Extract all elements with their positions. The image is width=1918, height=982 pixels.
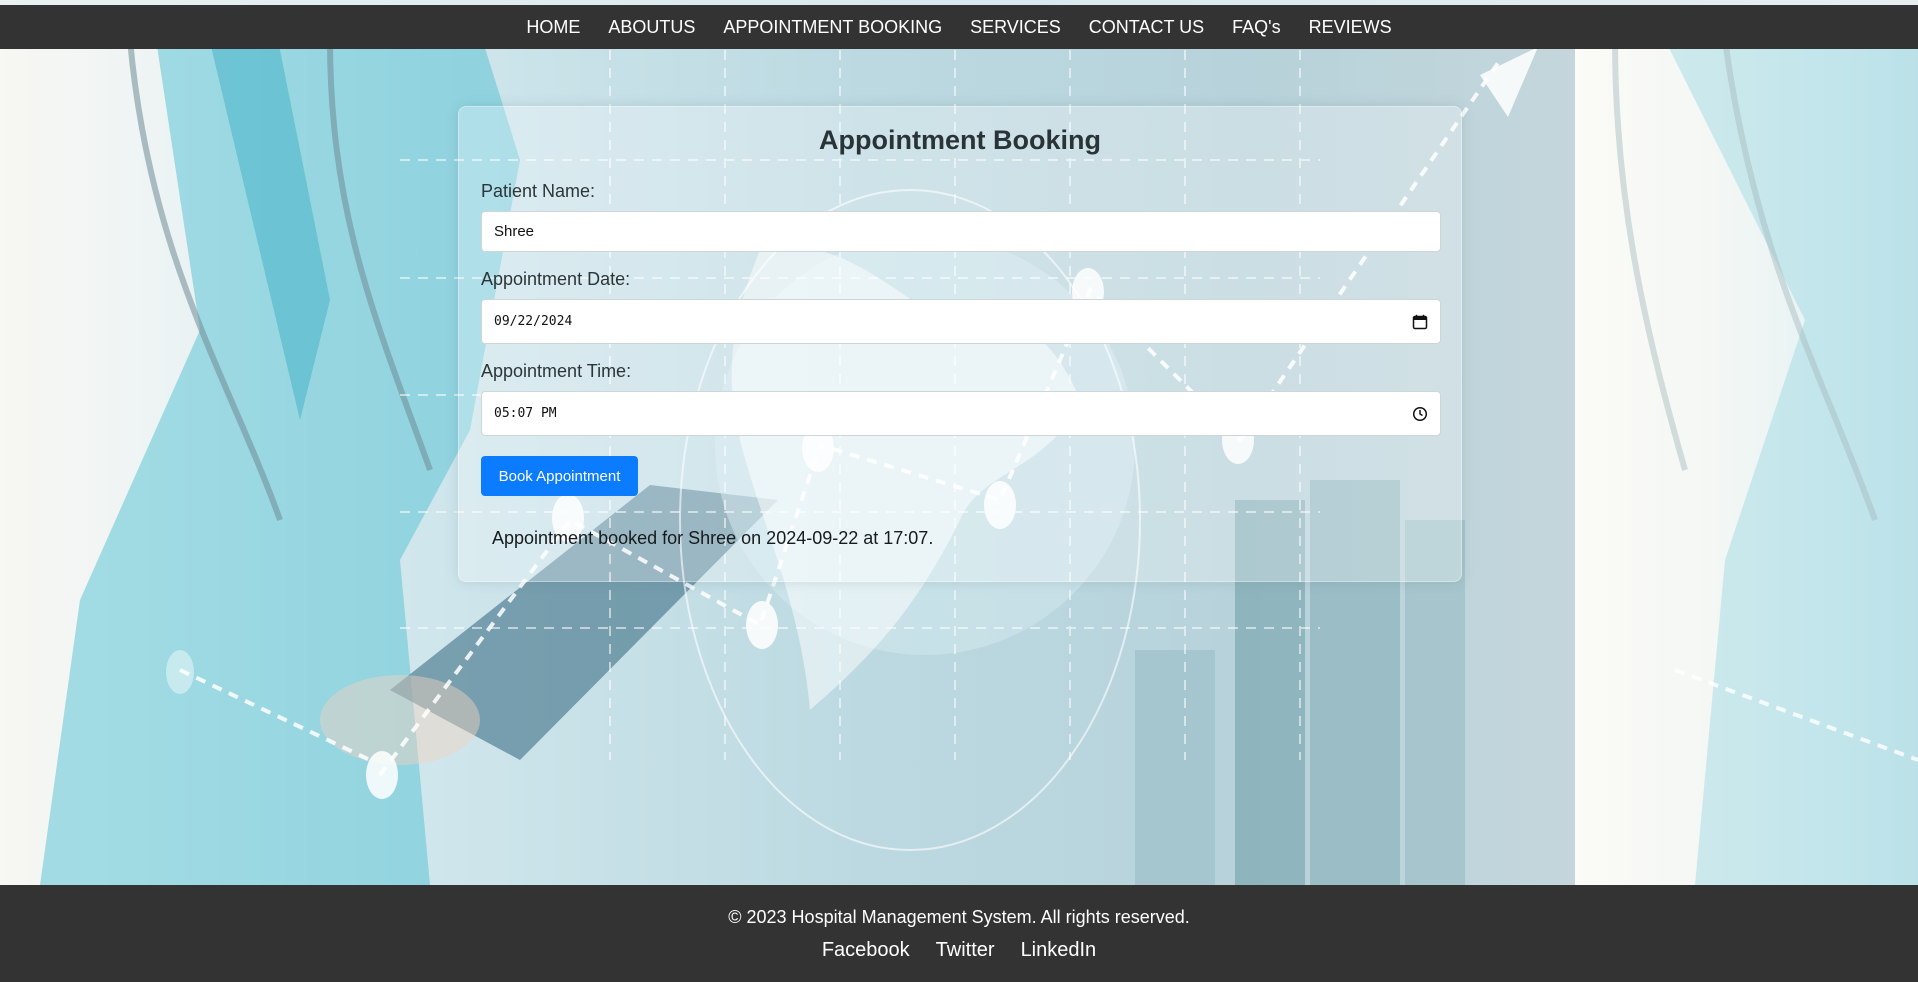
nav-item-faqs[interactable]: FAQ's	[1232, 17, 1280, 38]
nav-item-home[interactable]: HOME	[526, 17, 580, 38]
appointment-date-input[interactable]: 09/22/2024	[481, 299, 1441, 344]
linkedin-link[interactable]: LinkedIn	[1021, 939, 1097, 962]
nav-item-reviews[interactable]: REVIEWS	[1309, 17, 1392, 38]
appointment-date-value: 09/22/2024	[494, 314, 573, 329]
patient-name-label: Patient Name:	[481, 181, 596, 201]
nav-item-appointment-booking[interactable]: APPOINTMENT BOOKING	[723, 17, 942, 38]
twitter-link[interactable]: Twitter	[936, 939, 995, 962]
clock-icon[interactable]	[1412, 406, 1428, 422]
copyright-text: © 2023 Hospital Management System. All r…	[728, 907, 1190, 927]
appointment-form-card: Appointment Booking Patient Name: Shree …	[458, 106, 1462, 582]
page-footer: © 2023 Hospital Management System. All r…	[0, 885, 1918, 982]
nav-item-services[interactable]: SERVICES	[970, 17, 1061, 38]
top-navbar: HOME ABOUTUS APPOINTMENT BOOKING SERVICE…	[0, 5, 1918, 49]
form-title: Appointment Booking	[819, 125, 1101, 155]
appointment-time-input[interactable]: 05:07 PM	[481, 391, 1441, 436]
calendar-icon[interactable]	[1412, 314, 1428, 330]
appointment-time-value: 05:07 PM	[494, 406, 557, 421]
facebook-link[interactable]: Facebook	[822, 939, 910, 962]
appointment-date-label: Appointment Date:	[481, 269, 631, 289]
social-links: Facebook Twitter LinkedIn	[0, 939, 1918, 962]
background-tile-repeat	[1575, 0, 1918, 885]
patient-name-value: Shree	[494, 223, 535, 240]
booking-confirmation-message: Appointment booked for Shree on 2024-09-…	[492, 528, 934, 548]
book-appointment-button[interactable]: Book Appointment	[481, 456, 638, 496]
appointment-time-label: Appointment Time:	[481, 361, 632, 381]
patient-name-input[interactable]: Shree	[481, 211, 1441, 252]
nav-item-contact-us[interactable]: CONTACT US	[1089, 17, 1204, 38]
nav-item-aboutus[interactable]: ABOUTUS	[608, 17, 695, 38]
